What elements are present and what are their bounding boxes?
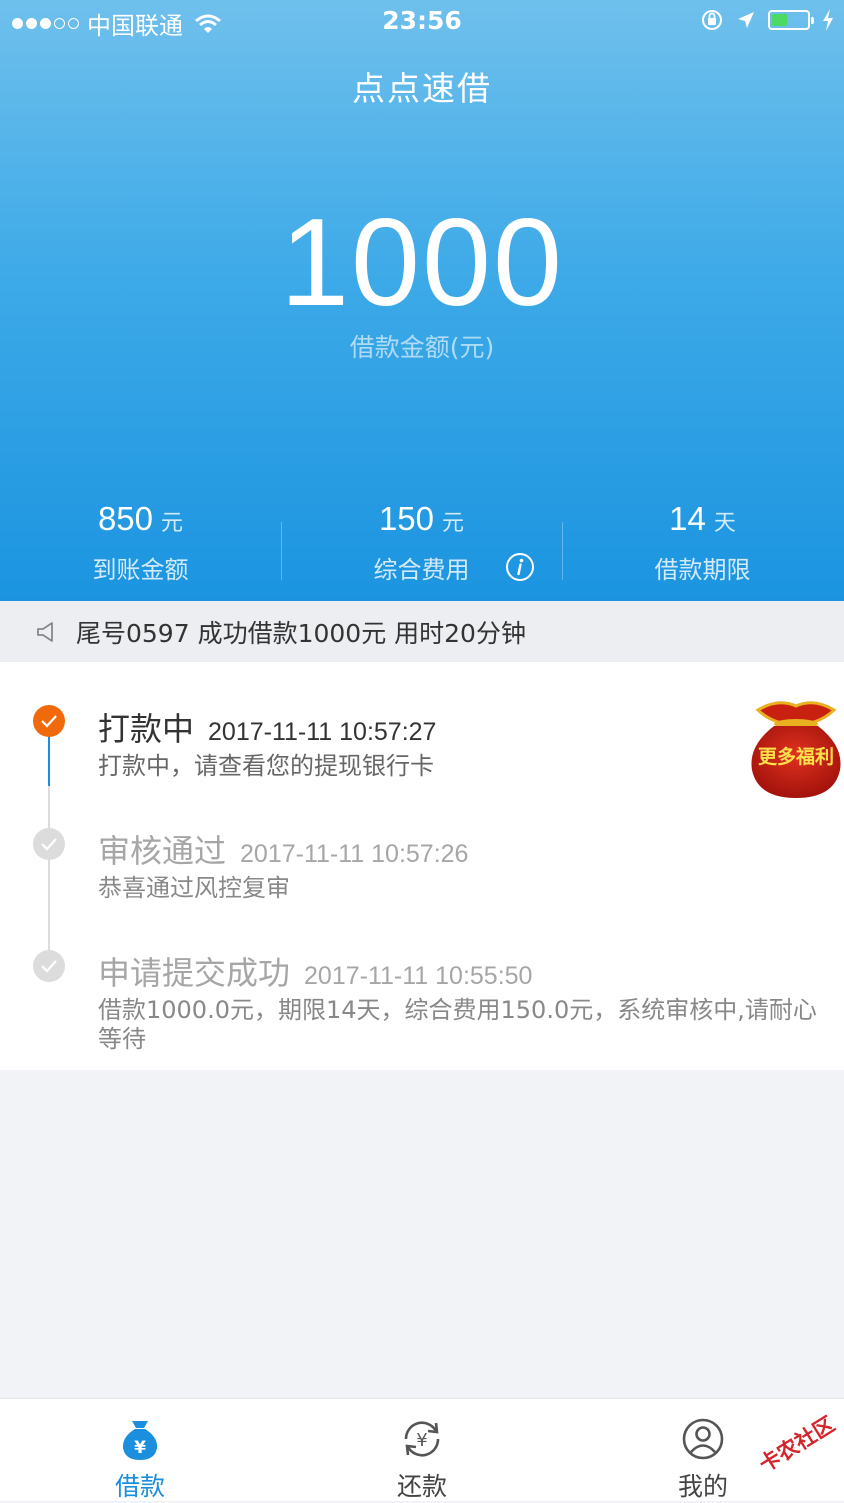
timeline-line <box>48 786 50 966</box>
step-done-check-icon <box>33 828 65 860</box>
stat-unit: 元 <box>442 511 465 536</box>
step-3-header: 申请提交成功 2017-11-11 10:55:50 <box>98 948 532 994</box>
tab-loan[interactable]: ¥ 借款 <box>80 1417 200 1503</box>
step-title: 打款中 <box>98 710 195 748</box>
step-title: 审核通过 <box>98 832 227 870</box>
stat-term: 14 天 借款期限 <box>562 500 843 585</box>
svg-text:¥: ¥ <box>134 1438 146 1458</box>
tab-label: 我的 <box>677 1472 728 1501</box>
step-desc: 打款中，请查看您的提现银行卡 <box>98 752 434 780</box>
tab-label: 借款 <box>114 1472 165 1501</box>
loan-stats: 850 元 到账金额 150 元 综合费用 14 天 借款期限 <box>0 500 844 585</box>
stat-value: 850 <box>97 500 154 537</box>
stat-value: 150 <box>378 500 435 537</box>
step-2-header: 审核通过 2017-11-11 10:57:26 <box>98 826 468 872</box>
loan-amount-label: 借款金额(元) <box>349 333 495 362</box>
step-desc: 等待 <box>98 1025 146 1053</box>
svg-text:¥: ¥ <box>416 1430 427 1451</box>
hero-header: 中国联通 23:56 点点速借 1000 借款金额(元) 850 元 到账金额 … <box>0 0 844 601</box>
tab-repay[interactable]: ¥ 还款 <box>362 1417 482 1503</box>
tab-bar: ¥ 借款 ¥ 还款 我的 <box>0 1398 844 1501</box>
status-right <box>700 8 834 32</box>
stat-label: 到账金额 <box>92 556 189 584</box>
step-1-header: 打款中 2017-11-11 10:57:27 <box>98 704 436 750</box>
speaker-icon <box>37 621 53 642</box>
timeline-line-active <box>48 736 50 786</box>
stat-received: 850 元 到账金额 <box>0 500 281 585</box>
stat-unit: 天 <box>713 511 736 536</box>
step-title: 申请提交成功 <box>98 954 291 992</box>
step-done-check-icon <box>33 950 65 982</box>
user-icon <box>682 1418 724 1460</box>
rotation-lock-icon <box>702 10 722 30</box>
location-arrow-icon <box>738 12 754 28</box>
step-desc: 恭喜通过风控复审 <box>98 874 290 902</box>
repay-refresh-icon: ¥ <box>404 1421 440 1457</box>
step-time: 2017-11-11 10:57:26 <box>240 840 469 868</box>
status-bar: 中国联通 23:56 <box>0 0 844 44</box>
battery-icon <box>768 10 814 30</box>
tab-label: 还款 <box>396 1472 447 1501</box>
loan-bag-icon: ¥ <box>122 1421 158 1460</box>
app-title: 点点速借 <box>352 69 492 108</box>
step-time: 2017-11-11 10:57:27 <box>208 718 437 746</box>
info-icon[interactable] <box>505 552 535 582</box>
notice-bar[interactable]: 尾号0597 成功借款1000元 用时20分钟 <box>0 601 844 662</box>
notice-text: 尾号0597 成功借款1000元 用时20分钟 <box>76 618 526 648</box>
more-benefits-button[interactable]: 更多福利 <box>748 696 844 800</box>
stat-label: 借款期限 <box>654 556 751 584</box>
more-benefits-label: 更多福利 <box>757 746 834 768</box>
stat-value: 14 <box>669 500 706 537</box>
charging-bolt-icon <box>823 9 833 31</box>
loan-amount: 1000 <box>280 194 564 332</box>
tab-mine[interactable]: 我的 <box>643 1417 763 1503</box>
step-desc: 借款1000.0元，期限14天，综合费用150.0元，系统审核中,请耐心 <box>98 996 817 1024</box>
stat-unit: 元 <box>161 511 184 536</box>
loan-progress-timeline: 打款中 2017-11-11 10:57:27 打款中，请查看您的提现银行卡 审… <box>0 662 844 1070</box>
step-active-check-icon <box>33 705 65 737</box>
step-time: 2017-11-11 10:55:50 <box>304 962 533 990</box>
stat-fee: 150 元 综合费用 <box>281 500 562 585</box>
